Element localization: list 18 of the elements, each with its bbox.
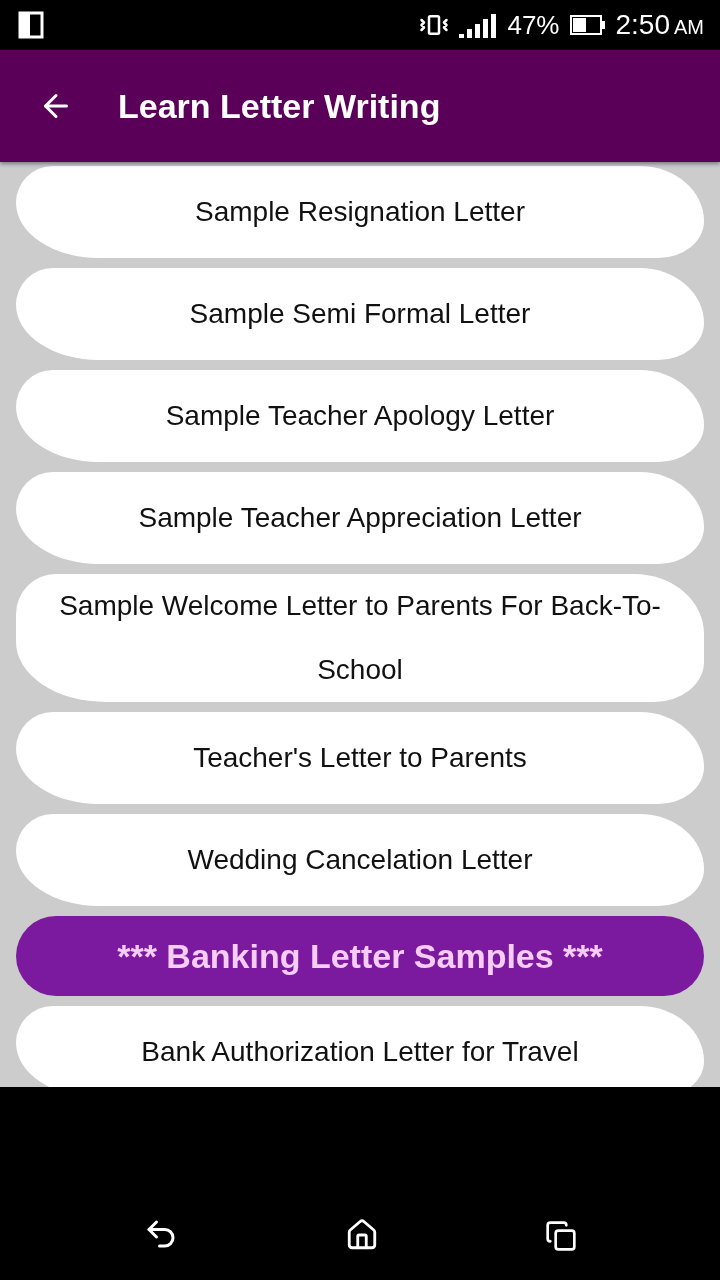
letter-item[interactable]: Wedding Cancelation Letter xyxy=(16,814,704,906)
section-header: *** Banking Letter Samples *** xyxy=(16,916,704,996)
screen-rotation-icon xyxy=(18,11,44,39)
clock-ampm: AM xyxy=(674,16,704,39)
letter-item[interactable]: Sample Teacher Apology Letter xyxy=(16,370,704,462)
letter-item[interactable]: Sample Teacher Appreciation Letter xyxy=(16,472,704,564)
letter-item[interactable]: Sample Semi Formal Letter xyxy=(16,268,704,360)
letter-item[interactable]: Sample Welcome Letter to Parents For Back-To-School xyxy=(16,574,704,702)
battery-percent: 47% xyxy=(507,9,560,41)
battery-icon xyxy=(569,15,606,35)
recent-apps-icon[interactable] xyxy=(545,1220,577,1252)
letter-item[interactable]: Teacher's Letter to Parents xyxy=(16,712,704,804)
app-title: Learn Letter Writing xyxy=(118,86,441,126)
signal-icon xyxy=(459,12,498,38)
home-icon[interactable] xyxy=(345,1218,379,1252)
letter-item[interactable]: Bank Authorization Letter for Travel xyxy=(16,1006,704,1087)
letter-item[interactable]: Sample Resignation Letter xyxy=(16,166,704,258)
clock-time: 2:50 xyxy=(615,9,670,41)
